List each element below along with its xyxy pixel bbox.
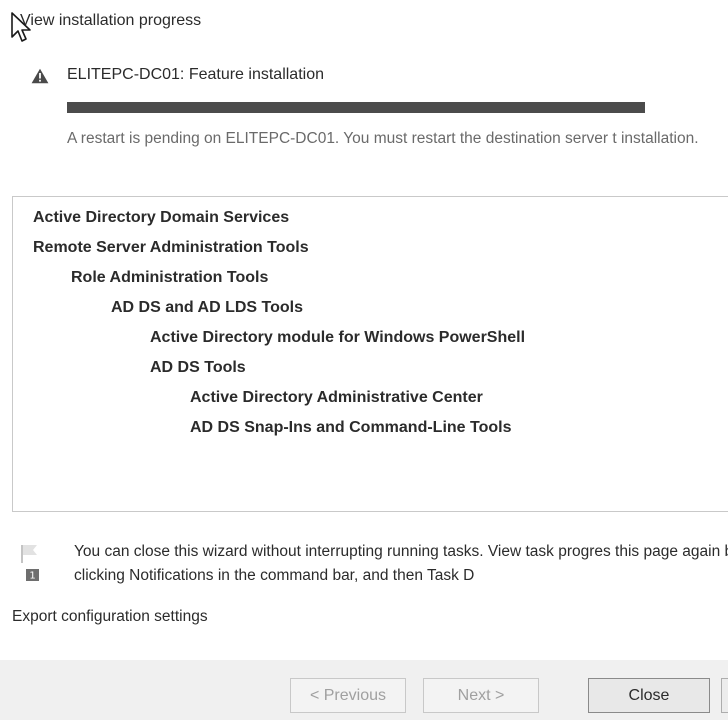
wizard-button-bar: < Previous Next > Close bbox=[0, 660, 728, 720]
close-wizard-notice: You can close this wizard without interr… bbox=[74, 543, 728, 584]
cancel-button[interactable] bbox=[721, 678, 728, 713]
installation-progress-bar bbox=[67, 102, 645, 113]
feature-item: AD DS Tools bbox=[150, 359, 246, 376]
feature-item: AD DS and AD LDS Tools bbox=[111, 299, 303, 316]
feature-item: Active Directory module for Windows Powe… bbox=[150, 329, 526, 346]
progress-bar-fill bbox=[67, 102, 645, 113]
feature-item: Active Directory Administrative Center bbox=[190, 389, 483, 406]
status-title: ELITEPC-DC01: Feature installation bbox=[67, 66, 324, 83]
feature-item: Active Directory Domain Services bbox=[33, 209, 290, 226]
previous-button[interactable]: < Previous bbox=[290, 678, 406, 713]
page-title: View installation progress bbox=[20, 12, 202, 29]
notification-flag-icon: 1 bbox=[21, 545, 39, 582]
close-button[interactable]: Close bbox=[588, 678, 710, 713]
feature-results-list: Active Directory Domain Services Remote S… bbox=[12, 196, 728, 512]
feature-item: Role Administration Tools bbox=[71, 269, 269, 286]
next-button[interactable]: Next > bbox=[423, 678, 539, 713]
installation-progress-page: View installation progress ELITEPC-DC01:… bbox=[0, 0, 728, 720]
restart-pending-message: A restart is pending on ELITEPC-DC01. Yo… bbox=[67, 130, 699, 147]
warning-icon bbox=[31, 68, 49, 84]
export-configuration-link[interactable]: Export configuration settings bbox=[12, 608, 208, 626]
notification-badge: 1 bbox=[29, 571, 35, 582]
feature-item: Remote Server Administration Tools bbox=[33, 239, 309, 256]
feature-list: Active Directory Domain Services Remote S… bbox=[13, 203, 525, 443]
feature-item: AD DS Snap-Ins and Command-Line Tools bbox=[190, 419, 512, 436]
mouse-cursor-icon bbox=[11, 12, 31, 42]
